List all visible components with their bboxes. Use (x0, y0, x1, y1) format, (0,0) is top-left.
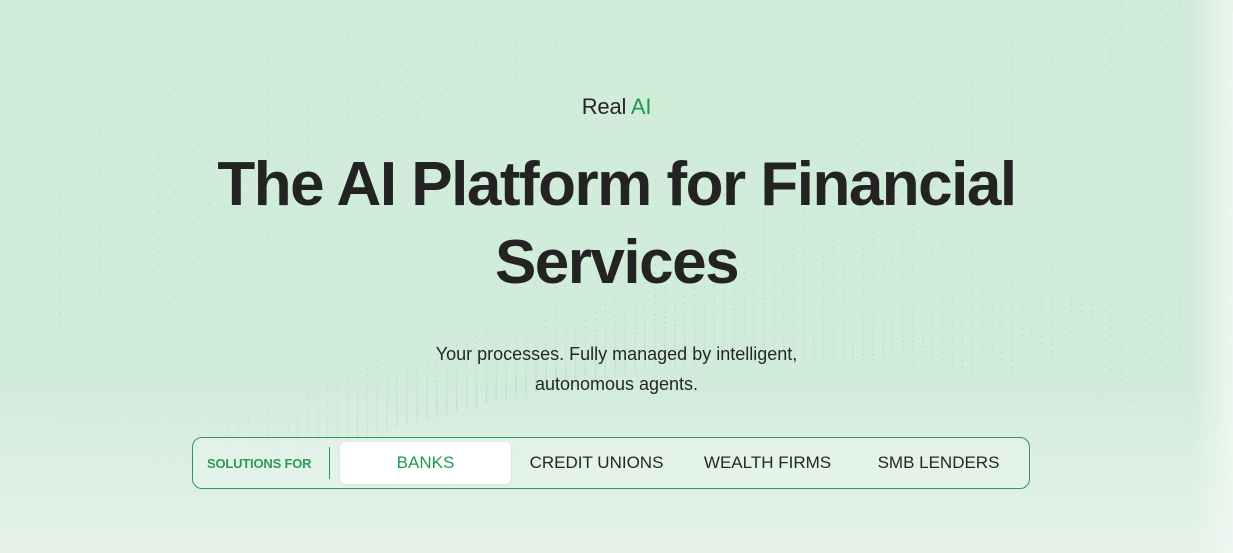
tab-smb-lenders[interactable]: SMB LENDERS (853, 442, 1024, 484)
eyebrow-accent: AI (630, 94, 652, 119)
tab-wealth-firms[interactable]: WEALTH FIRMS (682, 442, 853, 484)
hero-edge-fade (1193, 0, 1233, 553)
solutions-label: SOLUTIONS FOR (207, 455, 312, 471)
hero-section: Real AI The AI Platform for Financial Se… (0, 0, 1233, 553)
hero-subtitle: Your processes. Fully managed by intelli… (0, 339, 1233, 399)
solutions-divider (329, 447, 330, 479)
tab-banks[interactable]: BANKS (340, 442, 511, 484)
tab-credit-unions[interactable]: CREDIT UNIONS (511, 442, 682, 484)
page-title: The AI Platform for Financial Services (217, 150, 1017, 297)
hero-eyebrow: Real AI (0, 94, 1233, 120)
subtitle-line-2: autonomous agents. (534, 374, 699, 394)
solutions-selector: SOLUTIONS FOR BANKS CREDIT UNIONS WEALTH… (192, 437, 1030, 489)
subtitle-line-1: Your processes. Fully managed by intelli… (435, 344, 798, 364)
eyebrow-prefix: Real (581, 94, 627, 119)
